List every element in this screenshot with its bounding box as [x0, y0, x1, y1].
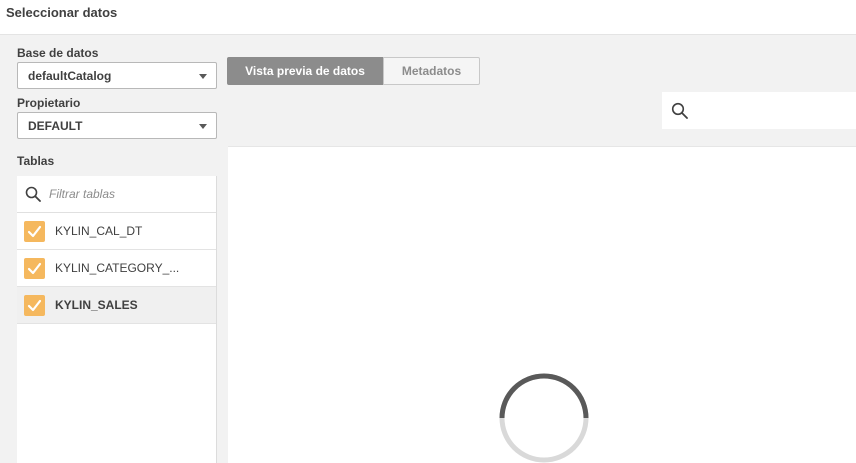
- select-data-dialog: Seleccionar datos Base de datos defaultC…: [0, 0, 856, 463]
- database-label: Base de datos: [17, 46, 99, 60]
- chevron-down-icon: [199, 124, 207, 129]
- table-checkbox[interactable]: [24, 258, 45, 279]
- preview-search: [662, 92, 856, 129]
- check-icon: [27, 262, 42, 275]
- table-row-label: KYLIN_CATEGORY_...: [55, 261, 180, 275]
- check-icon: [27, 299, 42, 312]
- header-bar: Seleccionar datos: [0, 0, 856, 35]
- check-icon: [27, 225, 42, 238]
- tab-metadata[interactable]: Metadatos: [383, 57, 480, 85]
- tables-label: Tablas: [17, 154, 55, 168]
- owner-select-value: DEFAULT: [28, 119, 83, 133]
- tab-data-preview[interactable]: Vista previa de datos: [227, 57, 383, 85]
- spinner-icon: [499, 373, 589, 463]
- owner-label: Propietario: [17, 96, 81, 110]
- page-title: Seleccionar datos: [6, 5, 118, 20]
- tables-list: KYLIN_CAL_DT KYLIN_CATEGORY_... KYLIN_SA…: [17, 176, 217, 463]
- table-row[interactable]: KYLIN_SALES: [17, 287, 216, 324]
- table-row[interactable]: KYLIN_CAL_DT: [17, 213, 216, 250]
- search-icon: [671, 102, 688, 119]
- table-row-label: KYLIN_CAL_DT: [55, 224, 143, 238]
- table-row[interactable]: KYLIN_CATEGORY_...: [17, 250, 216, 287]
- table-checkbox[interactable]: [24, 221, 45, 242]
- database-select-value: defaultCatalog: [28, 69, 112, 83]
- preview-search-input[interactable]: [696, 103, 846, 117]
- filter-tables-input[interactable]: [49, 187, 209, 201]
- chevron-down-icon: [199, 74, 207, 79]
- owner-select[interactable]: DEFAULT: [17, 112, 217, 139]
- database-select[interactable]: defaultCatalog: [17, 62, 217, 89]
- table-checkbox[interactable]: [24, 295, 45, 316]
- table-row-label: KYLIN_SALES: [55, 298, 138, 312]
- search-icon: [25, 186, 41, 202]
- table-filter: [17, 176, 216, 213]
